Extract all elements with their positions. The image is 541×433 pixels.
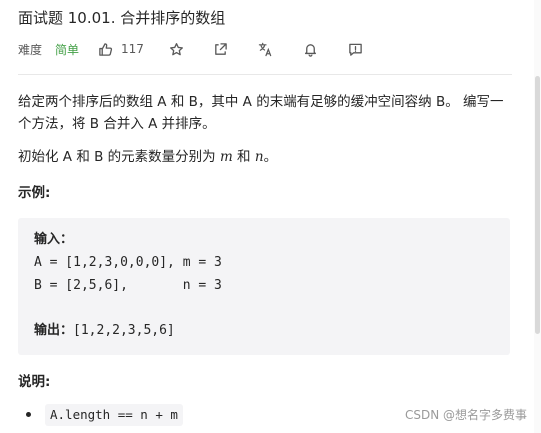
difficulty-label: 难度: [18, 42, 43, 57]
note-item-code: A.length == n + m: [45, 404, 183, 426]
like-count: 117: [121, 42, 144, 56]
problem-description: 给定两个排序后的数组 A 和 B，其中 A 的末端有足够的缓冲空间容纳 B。 编…: [18, 94, 504, 132]
feedback-icon[interactable]: [348, 41, 364, 57]
share-icon[interactable]: [213, 41, 229, 57]
translate-icon[interactable]: [258, 41, 274, 57]
output-value: [1,2,2,3,5,6]: [73, 323, 175, 338]
init-sentence: 初始化 A 和 B 的元素数量分别为 m 和 n。: [18, 146, 277, 168]
code-line-output: 输出：[1,2,2,3,5,6]: [34, 321, 175, 341]
problem-title: 面试题 10.01. 合并排序的数组: [18, 9, 226, 27]
star-icon[interactable]: [169, 41, 185, 57]
scrollbar-track[interactable]: [534, 0, 541, 433]
like-button[interactable]: 117: [97, 41, 144, 57]
init-suffix: 。: [263, 149, 278, 165]
watermark: CSDN @想名字多费事: [404, 408, 527, 422]
header-divider: [18, 74, 512, 75]
var-n: n: [254, 149, 264, 165]
init-and: 和: [232, 149, 255, 165]
init-prefix: 初始化 A 和 B 的元素数量分别为: [18, 149, 220, 165]
scrollbar-thumb[interactable]: [535, 76, 540, 334]
bell-icon[interactable]: [303, 41, 319, 57]
output-label: 输出：: [34, 323, 74, 338]
problem-meta-bar: 难度 简单 117: [18, 37, 512, 61]
difficulty-badge: 简单: [55, 42, 80, 57]
var-m: m: [219, 149, 233, 165]
thumbs-up-icon: [97, 41, 113, 57]
example-heading: 示例:: [18, 185, 51, 201]
list-bullet: [26, 412, 31, 417]
input-label: 输入：: [34, 232, 74, 247]
code-line-a: A = [1,2,3,0,0,0], m = 3: [34, 255, 222, 270]
code-line-b: B = [2,5,6], n = 3: [34, 278, 222, 293]
notes-heading: 说明:: [18, 374, 51, 390]
code-line-input: 输入：: [34, 230, 73, 250]
example-code-block: 输入： A = [1,2,3,0,0,0], m = 3 B = [2,5,6]…: [18, 218, 510, 355]
